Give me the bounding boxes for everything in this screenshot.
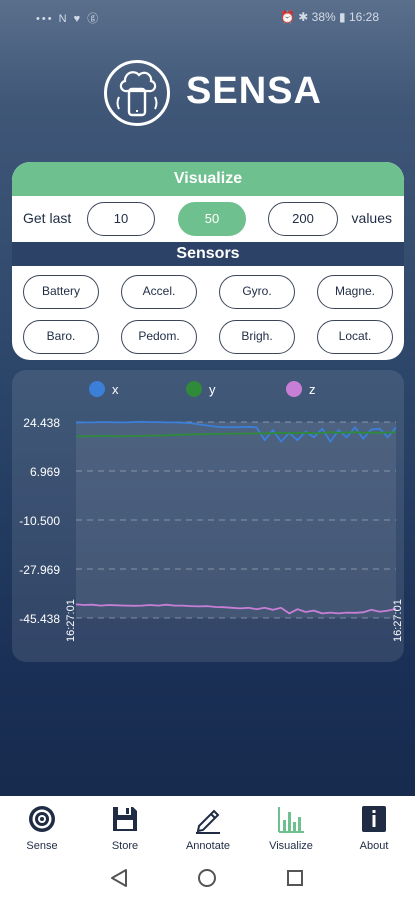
status-right: ⏰ ✱ 38% ▮ 16:28 bbox=[280, 10, 379, 24]
app-logo: SENSA bbox=[104, 60, 321, 126]
nav-sense-label: Sense bbox=[26, 840, 58, 852]
y-tick-label: 24.438 bbox=[23, 416, 60, 430]
clock: 16:28 bbox=[348, 10, 379, 24]
system-nav-bar bbox=[0, 858, 415, 900]
recents-icon[interactable] bbox=[287, 870, 303, 886]
home-icon[interactable] bbox=[198, 869, 216, 887]
sensor-battery-button[interactable]: Battery bbox=[23, 275, 99, 309]
bottom-nav: Sense Store Annotate Visualize About bbox=[0, 796, 415, 858]
sensor-pedom-button[interactable]: Pedom. bbox=[121, 320, 197, 354]
legend-swatch-y bbox=[186, 381, 202, 397]
nav-store-label: Store bbox=[111, 840, 139, 852]
sensor-locat-button[interactable]: Locat. bbox=[317, 320, 393, 354]
get-last-row: Get last 10 50 200 values bbox=[12, 196, 404, 242]
option-200-button[interactable]: 200 bbox=[268, 202, 338, 236]
nav-about[interactable]: About bbox=[339, 800, 409, 856]
option-10-button[interactable]: 10 bbox=[87, 202, 155, 236]
sensor-gyro-button[interactable]: Gyro. bbox=[219, 275, 295, 309]
nav-annotate-label: Annotate bbox=[185, 840, 231, 852]
info-icon bbox=[362, 806, 386, 832]
legend-label-y: y bbox=[209, 382, 216, 397]
y-tick-label: 6.969 bbox=[30, 465, 60, 479]
legend-swatch-z bbox=[286, 381, 302, 397]
target-icon bbox=[29, 806, 55, 832]
y-tick-label: -27.969 bbox=[19, 563, 60, 577]
status-bar: ••• N ♥ ⓖ ⏰ ✱ 38% ▮ 16:28 bbox=[0, 0, 415, 32]
nav-visualize-label: Visualize bbox=[269, 840, 313, 852]
nav-annotate[interactable]: Annotate bbox=[173, 800, 243, 856]
app-name: SENSA bbox=[186, 70, 322, 112]
alarm-icon: ⏰ bbox=[279, 10, 295, 24]
y-tick-label: -10.500 bbox=[19, 514, 60, 528]
legend-label-x: x bbox=[112, 382, 119, 397]
chart-card: 24.438 6.969 -10.500 -27.969 -45.438 x y z 16:27… bbox=[12, 370, 404, 662]
x-tick-label: 16:27:01 bbox=[392, 599, 404, 642]
sensor-accel-button[interactable]: Accel. bbox=[121, 275, 197, 309]
sensor-grid: Battery Accel. Gyro. Magne. Baro. Pedom.… bbox=[12, 266, 404, 360]
bluetooth-icon: ✱ bbox=[298, 10, 309, 24]
battery-icon: ▮ bbox=[339, 10, 346, 24]
status-icons: ••• N ♥ ⓖ bbox=[36, 13, 101, 25]
sensor-brigh-button[interactable]: Brigh. bbox=[219, 320, 295, 354]
phone-cloud-icon bbox=[104, 60, 170, 126]
get-last-label: Get last bbox=[23, 210, 72, 226]
visualize-header: Visualize bbox=[12, 162, 404, 196]
pencil-icon bbox=[196, 809, 220, 834]
back-icon[interactable] bbox=[111, 869, 127, 887]
nav-about-label: About bbox=[359, 840, 389, 852]
visualize-panel: Visualize Get last 10 50 200 values Sens… bbox=[12, 162, 404, 360]
save-icon bbox=[113, 807, 137, 831]
y-tick-label: -45.438 bbox=[19, 612, 60, 626]
nav-store[interactable]: Store bbox=[90, 800, 160, 856]
nav-visualize[interactable]: Visualize bbox=[256, 800, 326, 856]
values-label: values bbox=[351, 210, 392, 226]
sensor-magne-button[interactable]: Magne. bbox=[317, 275, 393, 309]
legend-swatch-x bbox=[89, 381, 105, 397]
battery-level: 38% bbox=[311, 10, 336, 24]
bar-chart-icon bbox=[278, 807, 304, 833]
sensor-line-chart: 24.438 6.969 -10.500 -27.969 -45.438 x y z 16:27… bbox=[19, 381, 404, 642]
nav-sense[interactable]: Sense bbox=[7, 800, 77, 856]
sensors-header: Sensors bbox=[12, 242, 404, 266]
option-50-button[interactable]: 50 bbox=[178, 202, 246, 236]
sensor-baro-button[interactable]: Baro. bbox=[23, 320, 99, 354]
legend-label-z: z bbox=[309, 382, 316, 397]
x-tick-label: 16:27:01 bbox=[65, 599, 77, 642]
